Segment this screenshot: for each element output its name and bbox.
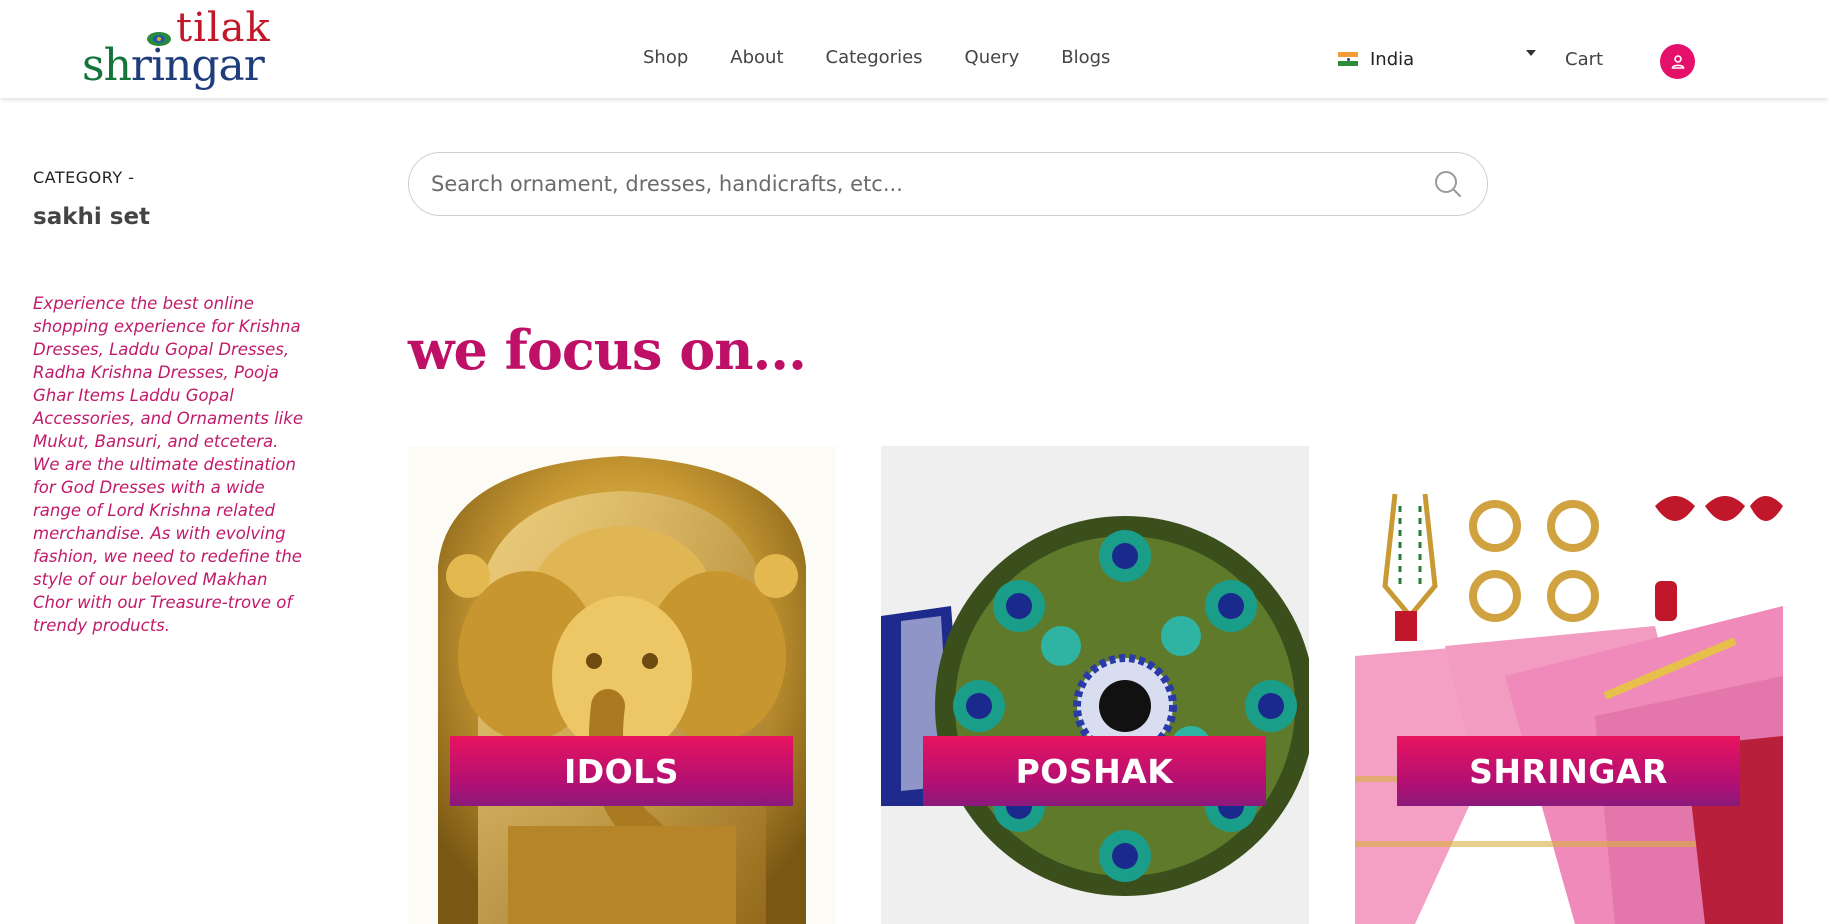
peacock-feather-poshak-image <box>881 446 1309 924</box>
category-name: sakhi set <box>33 204 151 230</box>
card-label-idols: IDOLS <box>450 736 793 806</box>
country-label: India <box>1370 48 1415 70</box>
user-icon <box>1671 54 1684 69</box>
logo-word-bottom: shringar <box>82 44 265 88</box>
search-icon[interactable] <box>1433 169 1463 199</box>
india-flag-icon <box>1338 52 1358 67</box>
card-label-poshak: POSHAK <box>923 736 1266 806</box>
site-logo[interactable]: tilak shringar <box>82 8 277 92</box>
category-card-shringar[interactable]: SHRINGAR <box>1355 446 1783 924</box>
nav-query[interactable]: Query <box>965 46 1020 70</box>
site-header: tilak shringar Shop About Categories Que… <box>0 0 1829 98</box>
chevron-down-icon <box>1526 50 1536 56</box>
search-input[interactable] <box>431 153 1391 215</box>
category-card-poshak[interactable]: POSHAK <box>881 446 1309 924</box>
search-bar <box>408 152 1488 216</box>
about-blurb: Experience the best online shopping expe… <box>33 294 303 635</box>
shringar-ornaments-image <box>1355 446 1783 924</box>
main-nav: Shop About Categories Query Blogs <box>643 46 1110 70</box>
nav-blogs[interactable]: Blogs <box>1061 46 1110 70</box>
card-label-shringar: SHRINGAR <box>1397 736 1740 806</box>
category-card-idols[interactable]: IDOLS <box>408 446 836 924</box>
ganesha-idol-image <box>408 446 836 924</box>
focus-heading: we focus on... <box>408 318 807 382</box>
logo-word-bottom-left: sh <box>82 40 132 91</box>
nav-shop[interactable]: Shop <box>643 46 688 70</box>
country-selector[interactable]: India <box>1338 46 1538 72</box>
cart-link[interactable]: Cart <box>1565 49 1603 70</box>
logo-word-bottom-right: ringar <box>130 40 265 91</box>
nav-categories[interactable]: Categories <box>826 46 923 70</box>
nav-about[interactable]: About <box>730 46 783 70</box>
account-button[interactable] <box>1660 44 1695 79</box>
category-prefix: CATEGORY - <box>33 168 135 187</box>
